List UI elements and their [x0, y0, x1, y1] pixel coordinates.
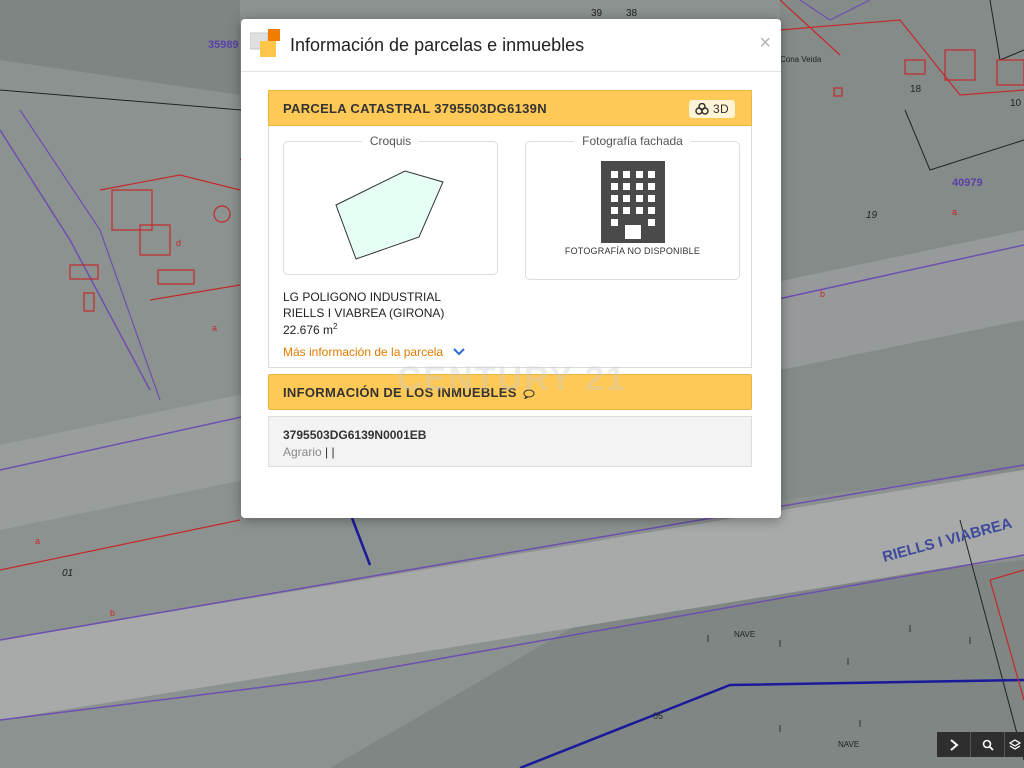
- chevron-right-icon: [949, 738, 959, 751]
- comment-icon: [523, 389, 535, 400]
- cubes-icon: [695, 103, 709, 115]
- map-label: 38: [626, 8, 638, 19]
- map-label: NAVE: [838, 740, 859, 749]
- parcel-body: Croquis Fotografía fachada FOTOGRAFÍA NO…: [268, 126, 752, 368]
- map-label: 01: [62, 568, 73, 579]
- map-label: d: [176, 238, 181, 248]
- building-icon: [601, 161, 665, 243]
- map-label: a: [952, 207, 957, 217]
- parcel-title: PARCELA CATASTRAL 3795503DG6139N: [283, 101, 547, 116]
- map-label: 35989: [208, 39, 239, 51]
- view-3d-button[interactable]: 3D: [689, 100, 735, 118]
- map-toolbar: [937, 732, 1024, 757]
- property-use-value: Agrario: [283, 445, 322, 459]
- map-label: 05: [653, 711, 663, 721]
- map-label: 18: [910, 84, 922, 95]
- parcel-area-value: 22.676 m: [283, 323, 334, 337]
- map-label: b: [820, 289, 825, 299]
- view-3d-label: 3D: [713, 102, 729, 116]
- parcel-address-line1: LG POLIGONO INDUSTRIAL: [283, 290, 442, 304]
- more-parcel-info-link[interactable]: Más información de la parcela: [283, 345, 465, 359]
- map-label: 40979: [952, 177, 983, 189]
- map-label: 39: [591, 8, 603, 19]
- dialog-header: Información de parcelas e inmuebles ×: [241, 19, 781, 72]
- layers-button[interactable]: [1005, 732, 1024, 757]
- search-button[interactable]: [971, 732, 1005, 757]
- photo-box: Fotografía fachada FOTOGRAFÍA NO DISPONI…: [525, 134, 740, 280]
- close-button[interactable]: ×: [759, 33, 771, 53]
- property-use-separators: | |: [325, 445, 335, 459]
- map-label: a: [35, 536, 40, 546]
- property-reference: 3795503DG6139N0001EB: [283, 428, 427, 442]
- search-icon: [982, 739, 994, 751]
- map-label: 19: [866, 210, 878, 221]
- properties-header: INFORMACIÓN DE LOS INMUEBLES CENTURY 21: [268, 361, 752, 410]
- catastro-logo-icon: [250, 29, 280, 57]
- map-label: 10: [1010, 98, 1022, 109]
- dialog-title: Información de parcelas e inmuebles: [290, 35, 585, 55]
- property-item[interactable]: 3795503DG6139N0001EB Agrario | |: [268, 416, 752, 467]
- parcel-address-line2: RIELLS I VIABREA (GIRONA): [283, 306, 445, 320]
- expand-button[interactable]: [937, 732, 971, 757]
- parcel-panel: PARCELA CATASTRAL 3795503DG6139N 3D Croq…: [268, 90, 752, 368]
- layers-icon: [1009, 738, 1021, 750]
- photo-unavailable-text: FOTOGRAFÍA NO DISPONIBLE: [564, 246, 701, 256]
- property-use: Agrario | |: [283, 445, 335, 459]
- map-label: NAVE: [734, 630, 755, 639]
- map-label: a: [212, 323, 217, 333]
- map-label: Cona Veida: [780, 55, 822, 64]
- properties-panel: INFORMACIÓN DE LOS INMUEBLES CENTURY 21 …: [268, 361, 752, 467]
- parcel-sketch[interactable]: [284, 142, 497, 274]
- parcel-area: 22.676 m2: [283, 322, 338, 337]
- sketch-box: Croquis: [283, 134, 498, 275]
- photo-label: Fotografía fachada: [574, 134, 691, 148]
- map-label: b: [110, 608, 115, 618]
- chevron-down-icon: [453, 348, 465, 356]
- more-parcel-info-label: Más información de la parcela: [283, 345, 444, 359]
- parcel-info-dialog: Información de parcelas e inmuebles × PA…: [241, 19, 781, 518]
- parcel-area-unit: 2: [333, 322, 338, 331]
- properties-title: INFORMACIÓN DE LOS INMUEBLES: [283, 385, 517, 400]
- parcel-header: PARCELA CATASTRAL 3795503DG6139N 3D: [268, 90, 752, 126]
